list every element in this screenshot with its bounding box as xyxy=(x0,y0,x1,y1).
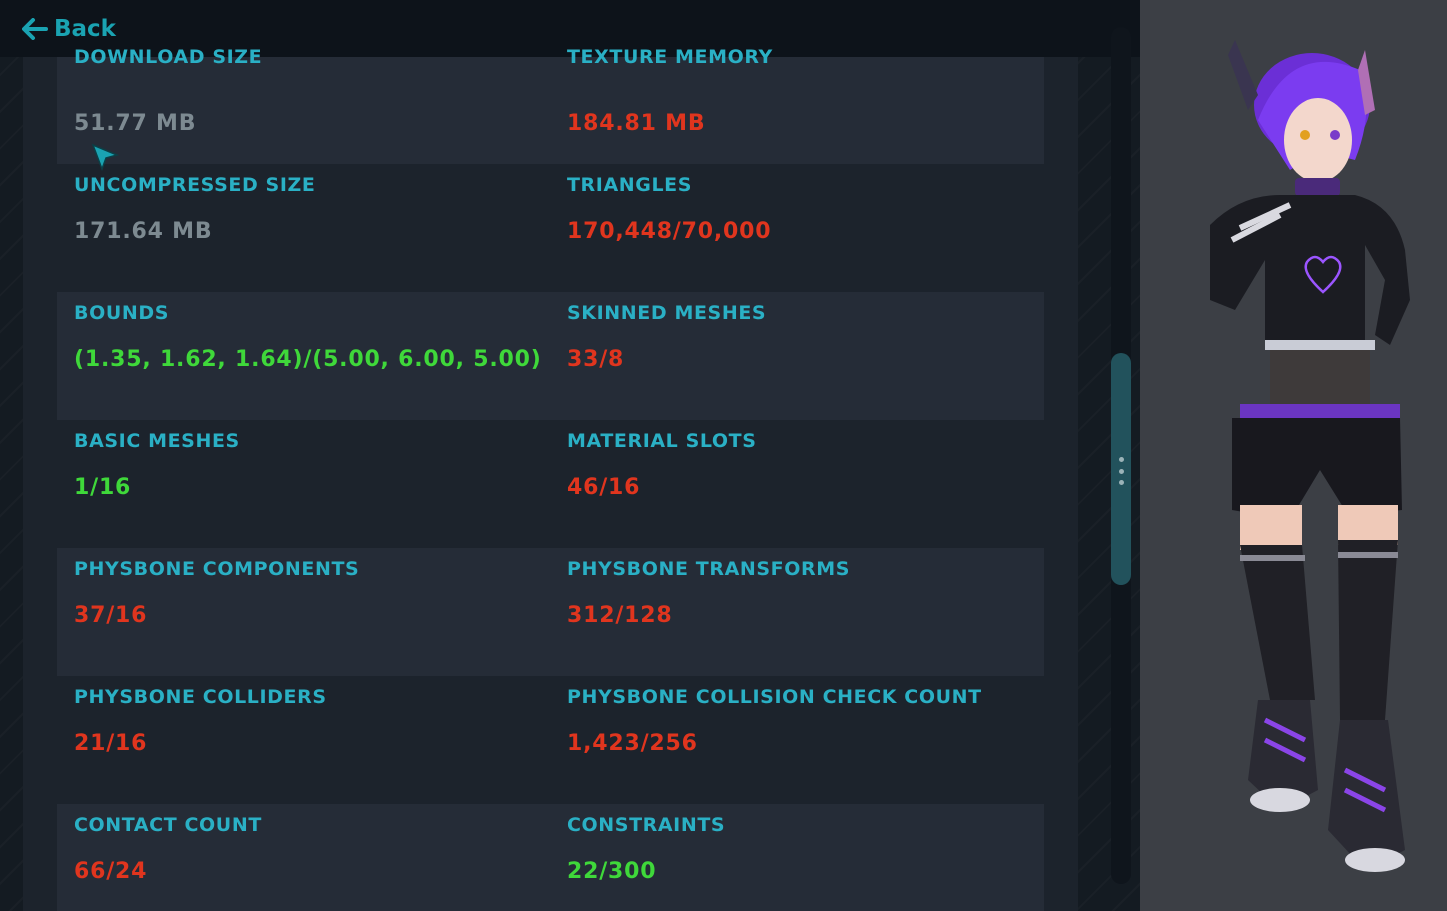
stat-value: 46/16 xyxy=(567,475,641,500)
stat-label: BASIC MESHES xyxy=(74,430,240,452)
stat-label: PHYSBONE COMPONENTS xyxy=(74,558,360,580)
stat-value: (1.35, 1.62, 1.64)/(5.00, 6.00, 5.00) xyxy=(74,347,542,372)
stats-row: DOWNLOAD SIZE 51.77 MB TEXTURE MEMORY 18… xyxy=(57,46,1044,164)
stat-label: TRIANGLES xyxy=(567,174,693,196)
stat-value: 312/128 xyxy=(567,603,673,628)
stat-value: 171.64 MB xyxy=(74,219,213,244)
stat-value: 22/300 xyxy=(567,859,657,884)
stats-row: PHYSBONE COLLIDERS 21/16 PHYSBONE COLLIS… xyxy=(57,676,1044,804)
stat-value: 21/16 xyxy=(74,731,148,756)
stat-value: 33/8 xyxy=(567,347,625,372)
stat-label: PHYSBONE COLLIDERS xyxy=(74,686,327,708)
stat-label: SKINNED MESHES xyxy=(567,302,767,324)
stat-label: UNCOMPRESSED SIZE xyxy=(74,174,316,196)
stat-label: BOUNDS xyxy=(74,302,170,324)
stats-row: BOUNDS (1.35, 1.62, 1.64)/(5.00, 6.00, 5… xyxy=(57,292,1044,420)
avatar-stats-screen: Back DOWNLOAD SIZE 51.77 MB TEXTURE MEMO… xyxy=(0,0,1447,911)
stats-row: UNCOMPRESSED SIZE 171.64 MB TRIANGLES 17… xyxy=(57,164,1044,292)
stat-label: CONSTRAINTS xyxy=(567,814,726,836)
stats-panel[interactable]: DOWNLOAD SIZE 51.77 MB TEXTURE MEMORY 18… xyxy=(23,46,1078,911)
stat-value: 37/16 xyxy=(74,603,148,628)
stat-label: MATERIAL SLOTS xyxy=(567,430,757,452)
stats-row: PHYSBONE COMPONENTS 37/16 PHYSBONE TRANS… xyxy=(57,548,1044,676)
arrow-left-icon xyxy=(22,18,48,40)
avatar-figure xyxy=(1210,40,1410,872)
back-button[interactable]: Back xyxy=(22,12,116,46)
back-label: Back xyxy=(54,16,116,42)
stat-label: DOWNLOAD SIZE xyxy=(74,46,263,68)
vertical-dots-icon xyxy=(1118,457,1124,485)
stat-value: 66/24 xyxy=(74,859,148,884)
stats-row: CONTACT COUNT 66/24 CONSTRAINTS 22/300 xyxy=(57,804,1044,911)
stats-list: DOWNLOAD SIZE 51.77 MB TEXTURE MEMORY 18… xyxy=(57,46,1044,911)
stat-value: 1,423/256 xyxy=(567,731,698,756)
stat-label: PHYSBONE TRANSFORMS xyxy=(567,558,851,580)
stat-label: TEXTURE MEMORY xyxy=(567,46,773,68)
stat-value: 51.77 MB xyxy=(74,111,197,136)
stat-value: 184.81 MB xyxy=(567,111,706,136)
stat-label: CONTACT COUNT xyxy=(74,814,262,836)
stat-value: 170,448/70,000 xyxy=(567,219,772,244)
avatar-preview[interactable] xyxy=(1140,0,1447,911)
pointer-cursor-icon xyxy=(91,143,120,172)
stats-row: BASIC MESHES 1/16 MATERIAL SLOTS 46/16 xyxy=(57,420,1044,548)
stat-value: 1/16 xyxy=(74,475,132,500)
stat-label: PHYSBONE COLLISION CHECK COUNT xyxy=(567,686,982,708)
